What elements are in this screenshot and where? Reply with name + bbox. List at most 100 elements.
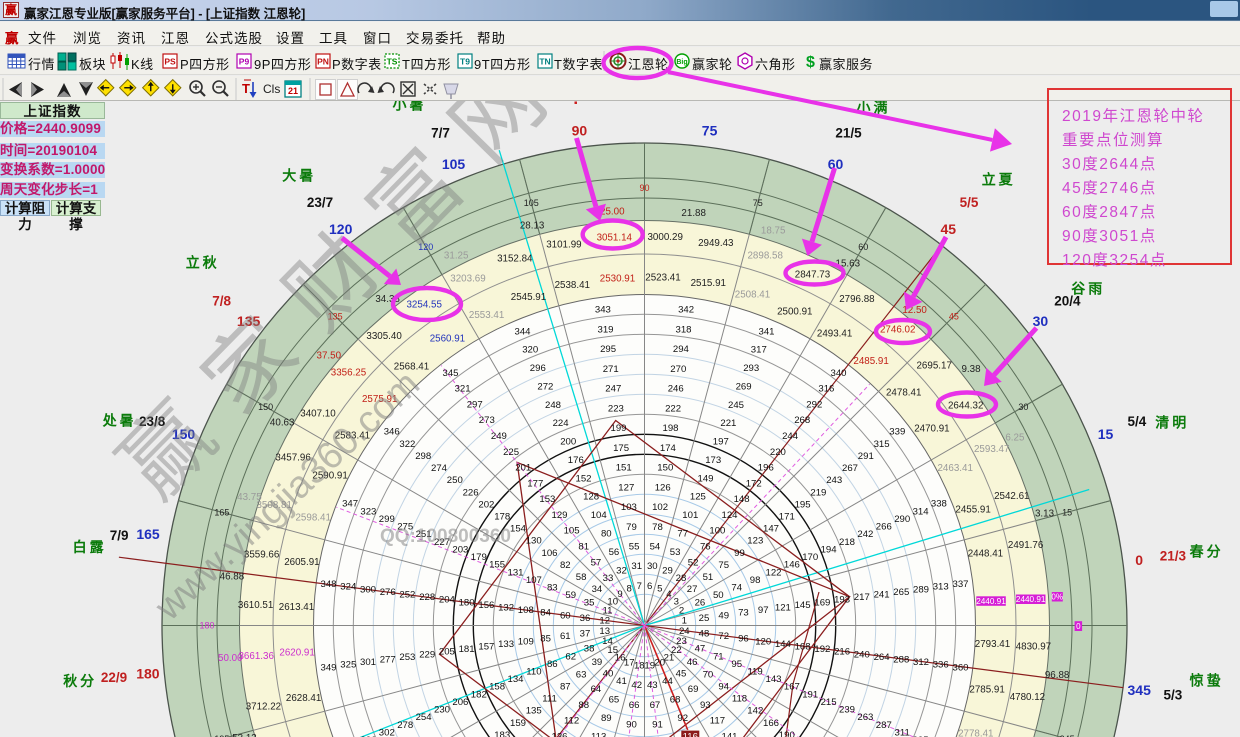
svg-text:169: 169 [814, 597, 830, 608]
svg-text:175: 175 [613, 443, 629, 454]
svg-text:50.00: 50.00 [218, 653, 243, 664]
svg-text:3101.99: 3101.99 [546, 240, 581, 251]
svg-text:9: 9 [617, 589, 622, 600]
svg-text:293: 293 [743, 363, 759, 374]
svg-text:324: 324 [340, 582, 357, 593]
svg-text:3000.29: 3000.29 [647, 232, 682, 243]
svg-text:98: 98 [750, 575, 761, 586]
svg-text:81: 81 [578, 542, 589, 553]
svg-text:183: 183 [494, 730, 510, 737]
svg-text:202: 202 [478, 499, 494, 510]
svg-text:222: 222 [665, 403, 681, 414]
svg-text:63: 63 [576, 669, 587, 680]
svg-text:2493.41: 2493.41 [817, 329, 852, 340]
svg-text:180: 180 [459, 597, 475, 608]
svg-text:267: 267 [842, 463, 858, 474]
svg-text:83: 83 [547, 583, 558, 594]
svg-text:158: 158 [489, 682, 505, 693]
svg-text:18: 18 [634, 661, 645, 672]
svg-text:112: 112 [564, 716, 579, 727]
svg-text:84: 84 [540, 608, 551, 619]
svg-text:130: 130 [526, 536, 542, 547]
svg-text:2553.41: 2553.41 [469, 310, 504, 321]
svg-text:318: 318 [675, 325, 691, 336]
svg-text:165: 165 [214, 508, 229, 518]
svg-text:151: 151 [616, 463, 632, 474]
svg-text:85: 85 [540, 634, 551, 645]
svg-text:57: 57 [591, 557, 602, 568]
svg-text:118: 118 [732, 694, 747, 705]
svg-text:2605.91: 2605.91 [284, 557, 319, 568]
svg-text:2560.91: 2560.91 [430, 333, 465, 344]
svg-text:123: 123 [747, 536, 763, 547]
svg-text:292: 292 [806, 399, 822, 410]
svg-text:344: 344 [514, 326, 531, 337]
svg-text:72: 72 [718, 631, 729, 642]
svg-text:110: 110 [526, 667, 541, 678]
svg-text:181: 181 [459, 644, 475, 655]
svg-text:$: $ [806, 54, 815, 71]
svg-text:5: 5 [657, 584, 662, 595]
svg-text:46: 46 [687, 657, 698, 668]
svg-text:PN: PN [317, 57, 329, 67]
svg-text:133: 133 [498, 639, 514, 650]
svg-text:243: 243 [826, 475, 842, 486]
svg-text:126: 126 [655, 482, 671, 493]
svg-text:92: 92 [677, 713, 688, 724]
svg-text:239: 239 [839, 705, 855, 716]
svg-text:38: 38 [584, 644, 595, 655]
svg-text:319: 319 [597, 325, 613, 336]
svg-text:60: 60 [858, 242, 868, 252]
svg-text:大暑: 大暑 [282, 168, 316, 184]
svg-text:小暑: 小暑 [393, 101, 427, 113]
svg-text:47: 47 [695, 644, 706, 655]
svg-text:7: 7 [637, 581, 642, 592]
svg-text:2: 2 [679, 605, 684, 616]
svg-text:153: 153 [539, 494, 555, 505]
svg-text:152: 152 [575, 473, 591, 484]
svg-text:345: 345 [442, 368, 458, 379]
svg-text:71: 71 [713, 651, 724, 662]
svg-text:322: 322 [399, 439, 415, 450]
svg-text:19: 19 [644, 661, 655, 672]
svg-text:86: 86 [547, 659, 558, 670]
svg-text:90: 90 [626, 720, 637, 731]
svg-text:18.75: 18.75 [761, 226, 786, 237]
svg-text:193: 193 [834, 595, 850, 606]
svg-text:3051.14: 3051.14 [597, 232, 633, 243]
svg-text:218: 218 [839, 537, 855, 548]
svg-text:31: 31 [631, 561, 642, 572]
svg-text:313: 313 [933, 582, 949, 593]
svg-text:107: 107 [526, 575, 542, 586]
svg-text:294: 294 [673, 344, 690, 355]
svg-text:199: 199 [610, 423, 626, 434]
svg-text:96.88: 96.88 [1045, 670, 1070, 681]
svg-text:144: 144 [775, 639, 792, 650]
svg-text:QQ:100800360: QQ:100800360 [380, 526, 511, 547]
svg-text:265: 265 [893, 587, 909, 598]
svg-text:12.50: 12.50 [902, 305, 927, 316]
svg-text:150: 150 [657, 463, 673, 474]
svg-text:Cls: Cls [263, 82, 280, 96]
svg-text:75: 75 [753, 198, 763, 208]
svg-text:88: 88 [578, 700, 589, 711]
svg-text:142: 142 [747, 706, 763, 717]
svg-text:30: 30 [1033, 313, 1049, 329]
svg-text:125: 125 [690, 492, 706, 503]
svg-text:2778.41: 2778.41 [958, 729, 993, 737]
svg-text:273: 273 [479, 415, 495, 426]
svg-text:216: 216 [834, 647, 850, 658]
svg-text:134: 134 [507, 674, 524, 685]
svg-text:0%: 0% [1051, 593, 1063, 602]
svg-text:2949.43: 2949.43 [698, 238, 734, 249]
svg-text:340: 340 [830, 368, 846, 379]
svg-text:78: 78 [652, 522, 663, 533]
svg-text:180: 180 [136, 666, 160, 682]
svg-text:266: 266 [876, 522, 892, 533]
svg-text:2545.91: 2545.91 [511, 292, 546, 303]
svg-text:0: 0 [1076, 622, 1081, 631]
svg-text:立秋: 立秋 [186, 254, 220, 270]
svg-text:94: 94 [718, 682, 729, 693]
svg-text:180: 180 [199, 621, 214, 631]
svg-text:26: 26 [695, 598, 706, 609]
